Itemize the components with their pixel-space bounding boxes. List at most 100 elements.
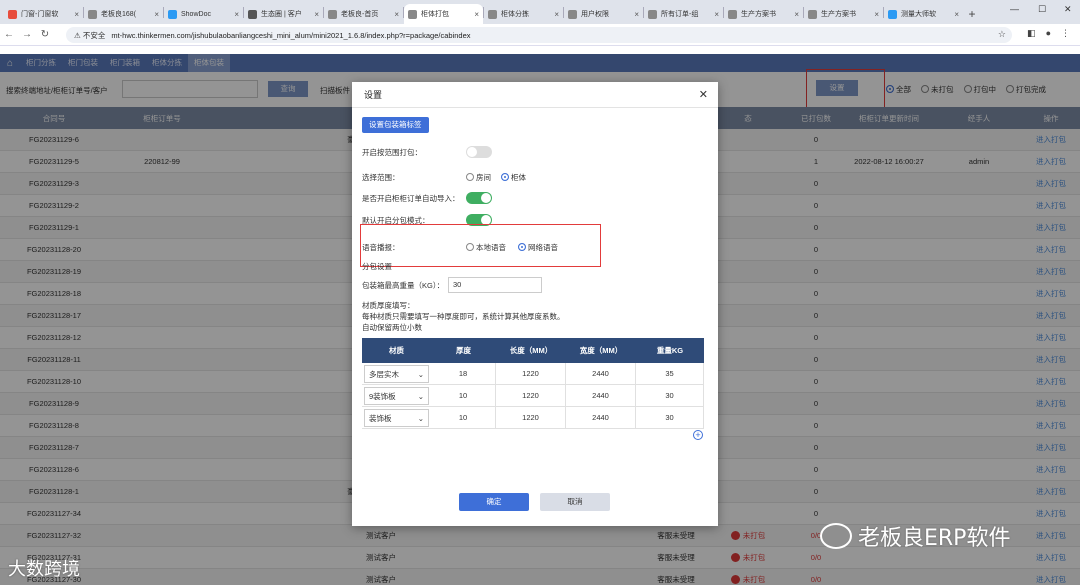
profile-icon[interactable]: ●	[1046, 28, 1051, 39]
tab-title: 老板良168(	[101, 11, 137, 18]
material-select[interactable]: 装饰板 ⌄	[364, 409, 429, 427]
watermark-right: 老板良ERP软件	[820, 520, 1010, 552]
browser-tabstrip: 门窗-门窗软 × 老板良168(× ShowDoc × 生态圈 | 客户 × 老板良-首页 × 柜…	[0, 0, 1080, 24]
chevron-down-icon: ⌄	[417, 391, 424, 401]
material-row: 装饰板 ⌄ 10 1220 2440 30	[362, 407, 704, 429]
new-tab-icon[interactable]: +	[963, 4, 981, 24]
material-length[interactable]: 1220	[496, 363, 566, 384]
radio-icon	[466, 243, 474, 251]
material-width[interactable]: 2440	[566, 363, 636, 384]
tab-favicon-icon	[888, 9, 897, 19]
material-width[interactable]: 2440	[566, 407, 636, 428]
range-option[interactable]: 柜体	[501, 172, 526, 183]
material-width[interactable]: 2440	[566, 385, 636, 406]
wechat-icon	[820, 523, 852, 549]
material-weight[interactable]: 30	[636, 407, 704, 428]
browser-tab[interactable]: 门窗-门窗软 ×	[4, 4, 83, 24]
watermark-left: 大数跨境	[8, 555, 80, 581]
material-table-header: 材质 厚度 长度（MM） 宽度（MM） 重量KG	[362, 338, 704, 363]
tab-close-icon[interactable]: ×	[154, 10, 159, 19]
material-length[interactable]: 1220	[496, 407, 566, 428]
range-option[interactable]: 房间	[466, 172, 491, 183]
material-select[interactable]: 9装饰板 ⌄	[364, 387, 429, 405]
browser-tab[interactable]: 柜体打包 ×	[404, 4, 483, 24]
back-icon[interactable]: ←	[0, 29, 18, 40]
forward-icon[interactable]: →	[18, 29, 36, 40]
browser-tab[interactable]: 所有订单-组 ×	[644, 4, 723, 24]
tab-favicon-icon	[168, 9, 177, 19]
material-length[interactable]: 1220	[496, 385, 566, 406]
tab-close-icon[interactable]: ×	[794, 10, 799, 19]
browser-tab[interactable]: 生产方案书 ×	[804, 4, 883, 24]
tab-close-icon[interactable]: ×	[474, 10, 479, 19]
browser-tab[interactable]: 测量大师软 ×	[884, 4, 963, 24]
thickness-hint: 每种材质只需要填写一种厚度即可，系统计算其他厚度系数。	[362, 312, 565, 321]
tab-title: 所有订单-组	[661, 11, 699, 18]
voice-option-label: 本地语音	[476, 243, 506, 252]
material-thickness[interactable]: 10	[431, 385, 496, 406]
max-weight-input[interactable]: 30	[448, 277, 542, 293]
maximize-icon[interactable]: ☐	[1038, 4, 1046, 15]
tab-title: 测量大师软	[901, 11, 936, 18]
material-thickness[interactable]: 18	[431, 363, 496, 384]
tab-favicon-icon	[328, 9, 337, 19]
material-weight[interactable]: 35	[636, 363, 704, 384]
tab-close-icon[interactable]: ×	[874, 10, 879, 19]
material-thickness[interactable]: 10	[431, 407, 496, 428]
tab-favicon-icon	[408, 9, 417, 19]
browser-tab[interactable]: 生产方案书 ×	[724, 4, 803, 24]
auto-import-switch[interactable]	[466, 192, 492, 204]
tab-close-icon[interactable]: ×	[714, 10, 719, 19]
chevron-down-icon: ⌄	[417, 413, 424, 423]
material-column-header: 宽度（MM）	[579, 346, 623, 355]
browser-tab[interactable]: 生态圈 | 客户 ×	[244, 4, 323, 24]
tab-close-icon[interactable]: ×	[634, 10, 639, 19]
voice-option[interactable]: 本地语音	[466, 242, 506, 253]
voice-option-label: 网络语音	[528, 243, 558, 252]
material-table: 材质 厚度 长度（MM） 宽度（MM） 重量KG 多层实木 ⌄ 18 1220 2440 35 9装…	[362, 338, 704, 429]
package-label-button[interactable]: 设置包装箱标签	[362, 117, 429, 133]
material-weight[interactable]: 30	[636, 385, 704, 406]
tab-favicon-icon	[808, 9, 817, 19]
tab-close-icon[interactable]: ×	[234, 10, 239, 19]
browser-tab[interactable]: 用户权限 ×	[564, 4, 643, 24]
tab-title: 老板良-首页	[341, 11, 379, 18]
browser-tab[interactable]: 柜体分拣 ×	[484, 4, 563, 24]
insecure-label: ⚠ 不安全	[74, 30, 106, 40]
tab-close-icon[interactable]: ×	[74, 10, 79, 19]
menu-icon[interactable]: ⋮	[1061, 28, 1070, 39]
radio-icon	[501, 173, 509, 181]
material-select[interactable]: 多层实木 ⌄	[364, 365, 429, 383]
range-option-label: 房间	[476, 173, 491, 182]
range-pack-switch[interactable]	[466, 146, 492, 158]
tab-title: 柜体打包	[421, 11, 449, 18]
tab-close-icon[interactable]: ×	[314, 10, 319, 19]
radio-icon	[466, 173, 474, 181]
modal-title: 设置	[364, 90, 383, 100]
tab-favicon-icon	[568, 9, 577, 19]
browser-tab[interactable]: 老板良168( ×	[84, 4, 163, 24]
browser-tab[interactable]: ShowDoc ×	[164, 4, 243, 24]
browser-tab[interactable]: 老板良-首页 ×	[324, 4, 403, 24]
bookmark-star-icon[interactable]: ☆	[998, 29, 1006, 40]
cancel-button[interactable]: 取消	[540, 493, 610, 511]
warning-icon: ⚠	[74, 30, 81, 40]
voice-option[interactable]: 网络语音	[518, 242, 558, 253]
close-window-icon[interactable]: ✕	[1064, 4, 1072, 15]
confirm-button[interactable]: 确定	[459, 493, 529, 511]
minimize-icon[interactable]: —	[1010, 4, 1019, 14]
tab-close-icon[interactable]: ×	[554, 10, 559, 19]
sidepanel-icon[interactable]: ◧	[1027, 28, 1036, 39]
url-bar[interactable]: ⚠ 不安全 mt-hwc.thinkermen.com/jishubulaoba…	[66, 27, 1012, 43]
address-bar: ← → ↻ ⚠ 不安全 mt-hwc.thinkermen.com/jishub…	[0, 24, 1080, 46]
tab-close-icon[interactable]: ×	[394, 10, 399, 19]
tab-title: 柜体分拣	[501, 11, 529, 18]
add-row-icon[interactable]: +	[693, 430, 703, 440]
close-icon[interactable]: ✕	[699, 88, 708, 101]
reload-icon[interactable]: ↻	[36, 29, 54, 40]
material-value: 装饰板	[369, 413, 392, 423]
tab-close-icon[interactable]: ×	[954, 10, 959, 19]
material-column-header: 厚度	[456, 346, 471, 355]
material-row: 多层实木 ⌄ 18 1220 2440 35	[362, 363, 704, 385]
watermark-left-text: 大数跨境	[8, 559, 80, 580]
